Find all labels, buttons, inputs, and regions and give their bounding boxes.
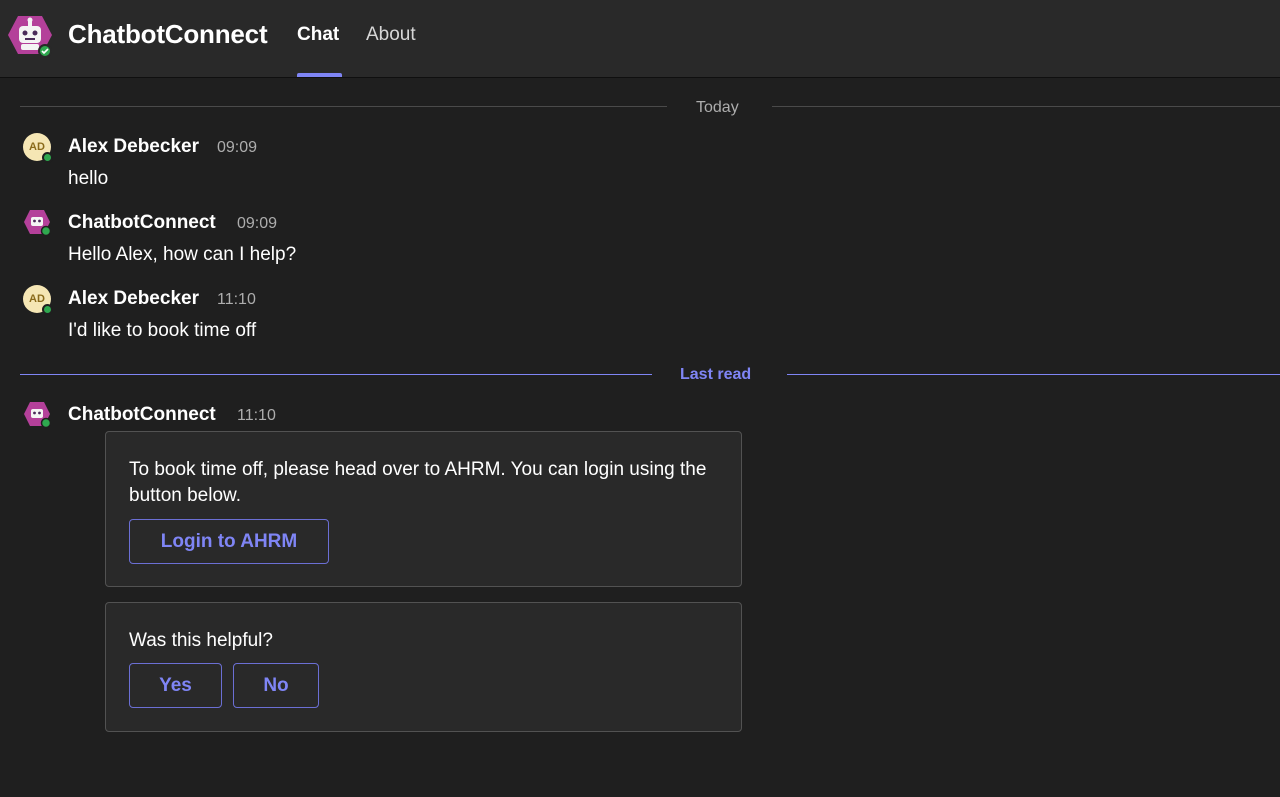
yes-button[interactable]: Yes (129, 663, 222, 708)
presence-available-icon (42, 304, 53, 315)
message-text: I'd like to book time off (68, 320, 257, 341)
robot-hexagon-icon (8, 16, 52, 58)
today-divider-label: Today (696, 99, 739, 116)
message-sender[interactable]: ChatbotConnect (68, 212, 216, 234)
feedback-question: Was this helpful? (129, 630, 273, 651)
login-to-ahrm-button[interactable]: Login to AHRM (129, 519, 329, 564)
tab-about[interactable]: About (366, 24, 416, 46)
bot-avatar-icon[interactable] (23, 209, 51, 237)
app-title: ChatbotConnect (68, 19, 268, 49)
message-sender[interactable]: Alex Debecker (68, 288, 199, 310)
adaptive-card-login: To book time off, please head over to AH… (105, 431, 742, 587)
message-text: Hello Alex, how can I help? (68, 244, 297, 265)
message-time: 09:09 (237, 215, 278, 232)
presence-available-icon (42, 152, 53, 163)
message-time: 09:09 (217, 139, 258, 156)
last-read-divider-label: Last read (680, 366, 752, 383)
no-button[interactable]: No (233, 663, 319, 708)
message-time: 11:10 (237, 407, 276, 424)
bot-avatar-icon[interactable] (23, 401, 51, 429)
adaptive-card-feedback: Was this helpful? Yes No (105, 602, 742, 732)
tab-chat[interactable]: Chat (297, 24, 339, 46)
card-text: To book time off, please head over to AH… (129, 459, 707, 506)
last-read-divider-left (20, 374, 652, 375)
user-avatar[interactable]: AD (23, 285, 53, 315)
today-divider-right (772, 106, 1280, 107)
message-sender[interactable]: ChatbotConnect (68, 404, 216, 426)
message-time: 11:10 (217, 291, 256, 308)
user-avatar[interactable]: AD (23, 133, 53, 163)
last-read-divider-right (787, 374, 1280, 375)
avatar-initials: AD (29, 141, 45, 153)
today-divider-left (20, 106, 667, 107)
active-tab-indicator (297, 73, 342, 77)
message-sender[interactable]: Alex Debecker (68, 136, 199, 158)
app-header: ChatbotConnect Chat About (0, 0, 1280, 78)
message-text: hello (68, 168, 109, 189)
avatar-initials: AD (29, 293, 45, 305)
